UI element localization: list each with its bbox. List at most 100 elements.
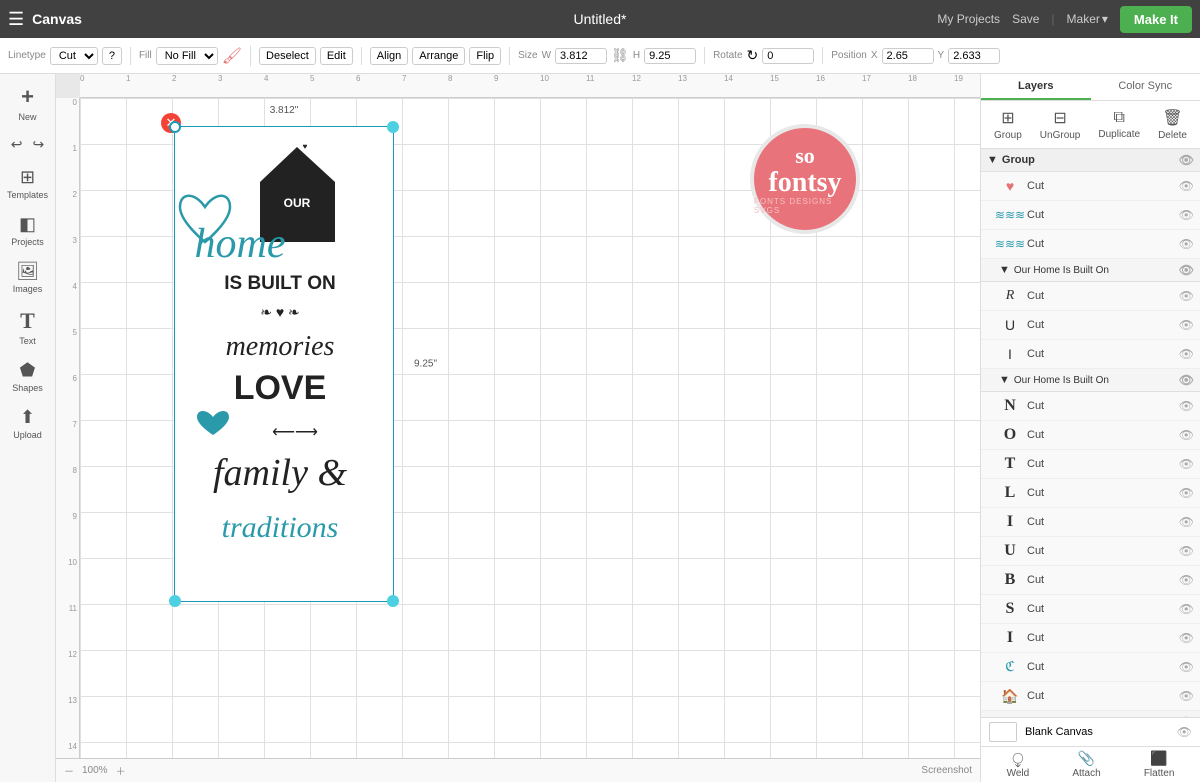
attach-button[interactable]: 📎 Attach <box>1072 750 1100 779</box>
sidebar-item-shapes[interactable]: ⬟ Shapes <box>3 354 53 399</box>
zoom-in-icon[interactable]: ＋ <box>116 763 126 778</box>
duplicate-label: Duplicate <box>1098 129 1140 140</box>
handle-top-right[interactable] <box>387 121 399 133</box>
layer-eye-N[interactable]: 👁 <box>1179 399 1194 413</box>
make-it-button[interactable]: Make It <box>1120 6 1192 33</box>
blank-canvas-eye-icon[interactable]: 👁 <box>1177 725 1192 739</box>
handle-bottom-right[interactable] <box>387 595 399 607</box>
layer-item-R[interactable]: R Cut 👁 <box>981 282 1200 311</box>
ungroup-button[interactable]: ⊟ UnGroup <box>1034 105 1087 144</box>
projects-icon: ◧ <box>19 214 36 235</box>
flatten-button[interactable]: ⬛ Flatten <box>1144 750 1175 779</box>
templates-label: Templates <box>7 190 48 200</box>
sidebar-item-images[interactable]: 🖼 Images <box>3 255 53 300</box>
canvas-area[interactable]: 0 1 2 3 4 5 6 7 8 9 10 11 12 13 14 15 16… <box>56 74 980 782</box>
layer-eye-heart[interactable]: 👁 <box>1179 179 1194 193</box>
layer-eye-house[interactable]: 👁 <box>1179 689 1194 703</box>
layer-eye-S[interactable]: 👁 <box>1179 602 1194 616</box>
layer-item-T[interactable]: T Cut 👁 <box>981 450 1200 479</box>
subgroup1-collapse-icon: ▼ <box>999 264 1010 276</box>
layer-item-wave2[interactable]: ≋≋≋ Cut 👁 <box>981 230 1200 259</box>
my-projects-button[interactable]: My Projects <box>937 12 1000 26</box>
delete-button[interactable]: 🗑 Delete <box>1152 105 1193 144</box>
edit-button[interactable]: Edit <box>320 47 353 65</box>
weld-label: Weld <box>1007 768 1030 779</box>
new-button[interactable]: + New <box>3 78 53 128</box>
layer-eye-R[interactable]: 👁 <box>1179 289 1194 303</box>
align-button[interactable]: Align <box>370 47 408 65</box>
layer-eye-I2[interactable]: 👁 <box>1179 515 1194 529</box>
layer-subgroup-header-1[interactable]: ▼ Our Home Is Built On 👁 <box>981 259 1200 282</box>
layer-subgroup-header-2[interactable]: ▼ Our Home Is Built On 👁 <box>981 369 1200 392</box>
layer-eye-I1[interactable]: 👁 <box>1179 347 1194 361</box>
fill-color-indicator: 🖌 <box>222 46 242 66</box>
layer-eye-wave2[interactable]: 👁 <box>1179 237 1194 251</box>
save-button[interactable]: Save <box>1012 12 1039 26</box>
layer-item-cursive-c[interactable]: ℭ Cut 👁 <box>981 653 1200 682</box>
canvas-bottom-bar: － 100% ＋ Screenshot <box>56 758 980 782</box>
layer-item-S[interactable]: S Cut 👁 <box>981 595 1200 624</box>
sidebar-item-upload[interactable]: ⬆ Upload <box>3 401 53 446</box>
size-w-input[interactable] <box>555 48 607 64</box>
maker-button[interactable]: Maker ▾ <box>1067 12 1108 26</box>
linetype-help[interactable]: ? <box>102 47 122 65</box>
linetype-select[interactable]: Cut <box>50 47 98 65</box>
layer-eye-I3[interactable]: 👁 <box>1179 631 1194 645</box>
flip-button[interactable]: Flip <box>469 47 501 65</box>
undo-button[interactable]: ↩ <box>8 134 26 155</box>
layer-item-house[interactable]: 🏠 Cut 👁 <box>981 682 1200 711</box>
pos-y-input[interactable] <box>948 48 1000 64</box>
layer-item-I3[interactable]: I Cut 👁 <box>981 624 1200 653</box>
handle-top-left[interactable] <box>169 121 181 133</box>
layer-item-I3-label: Cut <box>1027 632 1044 644</box>
layer-item-U[interactable]: U Cut 👁 <box>981 311 1200 340</box>
size-h-input[interactable] <box>644 48 696 64</box>
duplicate-button[interactable]: ⧉ Duplicate <box>1092 106 1146 143</box>
sidebar-item-templates[interactable]: ⊞ Templates <box>3 161 53 206</box>
zoom-out-icon[interactable]: － <box>64 763 74 778</box>
separator: | <box>1051 12 1054 26</box>
sidebar-item-projects[interactable]: ◧ Projects <box>3 208 53 253</box>
layer-eye-L[interactable]: 👁 <box>1179 486 1194 500</box>
layer-item-I1[interactable]: I Cut 👁 <box>981 340 1200 369</box>
arrange-button[interactable]: Arrange <box>412 47 465 65</box>
layer-glyph-wave1: ≋≋≋ <box>999 204 1021 226</box>
handle-bottom-left[interactable] <box>169 595 181 607</box>
fill-select[interactable]: No Fill <box>156 47 218 65</box>
size-group: Size W ⛓ H <box>518 47 705 64</box>
layer-eye-cursive-c[interactable]: 👁 <box>1179 660 1194 674</box>
layer-item-L[interactable]: L Cut 👁 <box>981 479 1200 508</box>
layer-eye-O[interactable]: 👁 <box>1179 428 1194 442</box>
layer-eye-B[interactable]: 👁 <box>1179 573 1194 587</box>
group-button[interactable]: ⊞ Group <box>988 105 1028 144</box>
layer-item-wave1[interactable]: ≋≋≋ Cut 👁 <box>981 201 1200 230</box>
layer-item-B[interactable]: B Cut 👁 <box>981 566 1200 595</box>
layer-item-I2[interactable]: I Cut 👁 <box>981 508 1200 537</box>
rotate-input[interactable] <box>762 48 814 64</box>
tab-color-sync[interactable]: Color Sync <box>1091 74 1200 100</box>
layer-eye-U2[interactable]: 👁 <box>1179 544 1194 558</box>
subgroup1-header-label: Our Home Is Built On <box>1014 265 1109 276</box>
layer-group-header[interactable]: ▼ Group 👁 <box>981 149 1200 172</box>
design-box[interactable]: ✕ 3.812" 9.25" OUR home IS BUILT ON <box>174 126 394 602</box>
layers-list: ▼ Group 👁 ♥ Cut 👁 ≋≋≋ Cut 👁 ≋≋≋ Cut 👁 <box>981 149 1200 717</box>
pos-x-input[interactable] <box>882 48 934 64</box>
layer-item-heart[interactable]: ♥ Cut 👁 <box>981 172 1200 201</box>
tab-layers[interactable]: Layers <box>981 74 1091 100</box>
group-eye-icon[interactable]: 👁 <box>1179 153 1194 167</box>
layer-eye-T[interactable]: 👁 <box>1179 457 1194 471</box>
layer-item-U2[interactable]: U Cut 👁 <box>981 537 1200 566</box>
deselect-button[interactable]: Deselect <box>259 47 316 65</box>
menu-icon[interactable]: ☰ <box>8 9 24 30</box>
layer-item-O[interactable]: O Cut 👁 <box>981 421 1200 450</box>
blank-canvas-swatch[interactable] <box>989 722 1017 742</box>
sidebar-item-text[interactable]: T Text <box>3 302 53 352</box>
weld-button[interactable]: ⧬ Weld <box>1007 750 1030 779</box>
layer-eye-wave1[interactable]: 👁 <box>1179 208 1194 222</box>
layer-item-N[interactable]: N Cut 👁 <box>981 392 1200 421</box>
subgroup2-eye-icon[interactable]: 👁 <box>1179 373 1194 387</box>
layer-eye-U[interactable]: 👁 <box>1179 318 1194 332</box>
layer-item-heart-label: Cut <box>1027 180 1044 192</box>
subgroup1-eye-icon[interactable]: 👁 <box>1179 263 1194 277</box>
redo-button[interactable]: ↪ <box>30 134 48 155</box>
